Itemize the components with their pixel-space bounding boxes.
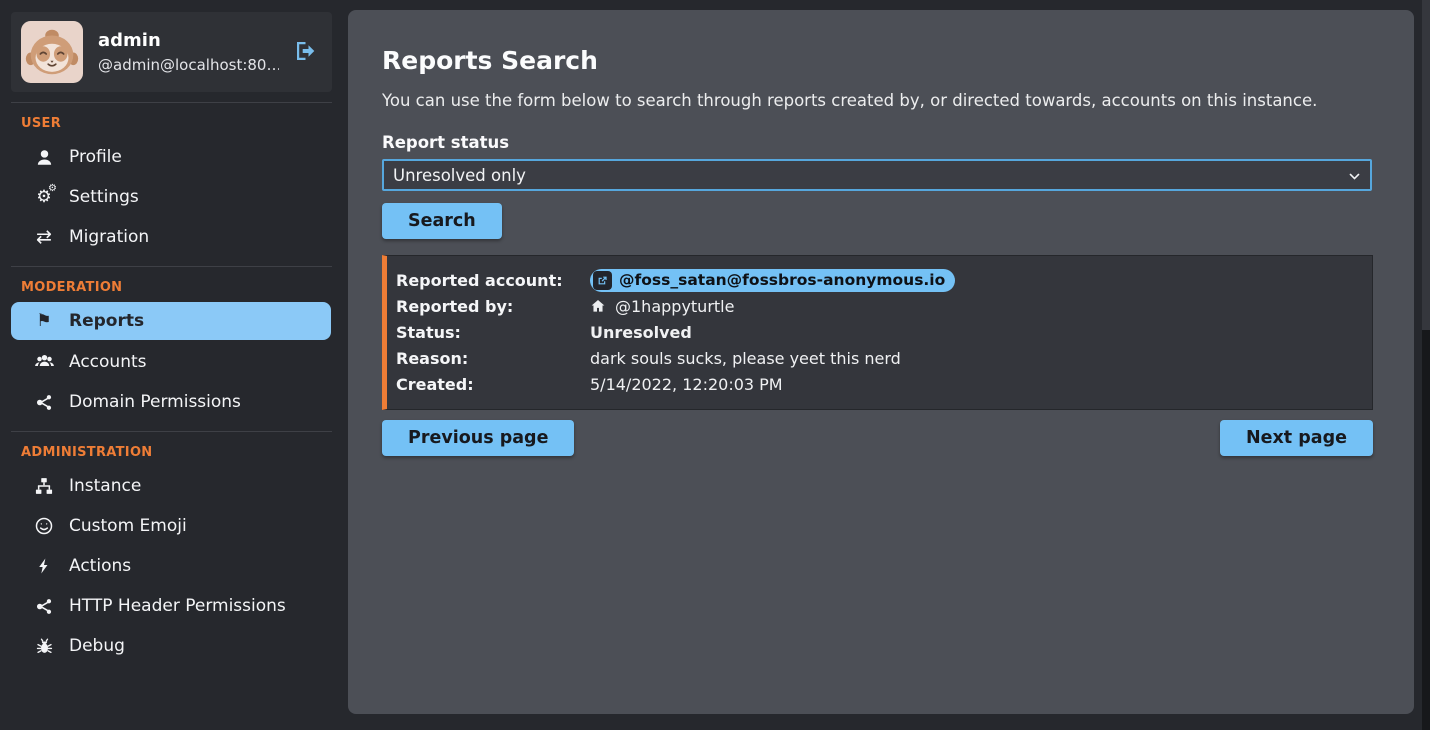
sidebar-item-migration[interactable]: ⇄ Migration (11, 218, 331, 256)
report-created-timestamp: 5/14/2022, 12:20:03 PM (590, 375, 783, 394)
sidebar-item-label: Instance (69, 476, 141, 496)
section-heading-administration: ADMINISTRATION (21, 445, 345, 460)
sidebar-item-accounts[interactable]: Accounts (11, 342, 331, 381)
avatar (21, 21, 83, 83)
sidebar-item-custom-emoji[interactable]: Custom Emoji (11, 507, 331, 545)
reported-account-link[interactable]: @foss_satan@fossbros-anonymous.io (590, 269, 955, 292)
home-icon (590, 298, 606, 314)
page-title: Reports Search (382, 46, 1372, 75)
reporter-handle: @1happyturtle (615, 297, 734, 316)
reported-account-handle: @foss_satan@fossbros-anonymous.io (619, 271, 945, 289)
sitemap-icon (32, 476, 56, 496)
sidebar-item-label: Custom Emoji (69, 516, 187, 536)
report-row-reported-account: Reported account: @foss_satan@fossbros-a… (396, 267, 1360, 293)
sidebar-item-http-header-permissions[interactable]: HTTP Header Permissions (11, 587, 331, 625)
report-row-label: Reported by: (396, 297, 590, 316)
report-row-status: Status: Unresolved (396, 319, 1360, 345)
user-icon (32, 148, 56, 167)
sidebar-item-reports[interactable]: ⚑ Reports (11, 302, 331, 340)
divider (11, 266, 332, 267)
sign-out-icon (294, 51, 318, 66)
username: admin (98, 30, 279, 51)
sidebar-section-user: USER Profile ⚙⚙ Settings ⇄ Migration (0, 116, 345, 256)
smile-icon (32, 516, 56, 536)
report-card[interactable]: Reported account: @foss_satan@fossbros-a… (382, 255, 1373, 410)
search-row: Search (382, 203, 1372, 239)
previous-page-button[interactable]: Previous page (382, 420, 574, 456)
sidebar-item-settings[interactable]: ⚙⚙ Settings (11, 178, 331, 216)
sidebar-item-label: Reports (69, 311, 144, 331)
divider (11, 102, 332, 103)
bug-icon (32, 637, 56, 656)
logout-button[interactable] (294, 39, 322, 66)
sidebar-item-label: HTTP Header Permissions (69, 596, 286, 616)
report-row-reason: Reason: dark souls sucks, please yeet th… (396, 345, 1360, 371)
report-row-label: Reason: (396, 349, 590, 368)
search-button[interactable]: Search (382, 203, 502, 239)
page-description: You can use the form below to search thr… (382, 91, 1372, 110)
report-status-select[interactable]: Unresolved only (382, 159, 1372, 191)
next-page-button[interactable]: Next page (1220, 420, 1373, 456)
report-row-created: Created: 5/14/2022, 12:20:03 PM (396, 371, 1360, 397)
sidebar: admin @admin@localhost:80… USER Profile … (0, 0, 345, 730)
sidebar-item-label: Profile (69, 147, 122, 167)
bolt-icon (32, 557, 56, 575)
sidebar-section-administration: ADMINISTRATION Instance (0, 445, 345, 665)
report-row-label: Created: (396, 375, 590, 394)
scrollbar[interactable] (1422, 0, 1430, 730)
report-row-value: @1happyturtle (590, 297, 734, 316)
flag-icon: ⚑ (32, 313, 56, 330)
sidebar-section-moderation: MODERATION ⚑ Reports Accounts Do (0, 280, 345, 421)
sidebar-item-instance[interactable]: Instance (11, 467, 331, 505)
arrows-left-right-icon: ⇄ (32, 228, 56, 247)
sidebar-item-actions[interactable]: Actions (11, 547, 331, 585)
divider (11, 431, 332, 432)
share-nodes-icon (32, 597, 56, 616)
report-status-select-wrap: Unresolved only (382, 159, 1372, 191)
sidebar-item-label: Migration (69, 227, 149, 247)
section-heading-user: USER (21, 116, 345, 131)
report-status-label: Report status (382, 133, 1372, 152)
user-meta: admin @admin@localhost:80… (98, 30, 279, 74)
sidebar-item-domain-permissions[interactable]: Domain Permissions (11, 383, 331, 421)
user-card[interactable]: admin @admin@localhost:80… (11, 12, 332, 92)
sidebar-item-label: Accounts (69, 352, 147, 372)
sidebar-item-label: Domain Permissions (69, 392, 241, 412)
report-row-label: Status: (396, 323, 590, 342)
scrollbar-thumb[interactable] (1422, 0, 1430, 330)
users-icon (32, 351, 56, 372)
pagination: Previous page Next page (382, 420, 1373, 456)
sidebar-item-label: Debug (69, 636, 125, 656)
gears-icon: ⚙⚙ (32, 189, 56, 206)
report-row-value: @foss_satan@fossbros-anonymous.io (590, 269, 955, 292)
share-nodes-icon (32, 393, 56, 412)
sidebar-item-label: Actions (69, 556, 131, 576)
report-reason-text: dark souls sucks, please yeet this nerd (590, 349, 901, 368)
status-badge: Unresolved (590, 323, 692, 342)
user-handle: @admin@localhost:80… (98, 56, 279, 74)
section-heading-moderation: MODERATION (21, 280, 345, 295)
sloth-avatar-image (21, 21, 83, 83)
report-row-label: Reported account: (396, 271, 590, 290)
report-row-reported-by: Reported by: @1happyturtle (396, 293, 1360, 319)
sidebar-item-debug[interactable]: Debug (11, 627, 331, 665)
external-link-icon (593, 271, 612, 290)
sidebar-item-label: Settings (69, 187, 139, 207)
sidebar-item-profile[interactable]: Profile (11, 138, 331, 176)
main-panel: Reports Search You can use the form belo… (348, 10, 1414, 714)
